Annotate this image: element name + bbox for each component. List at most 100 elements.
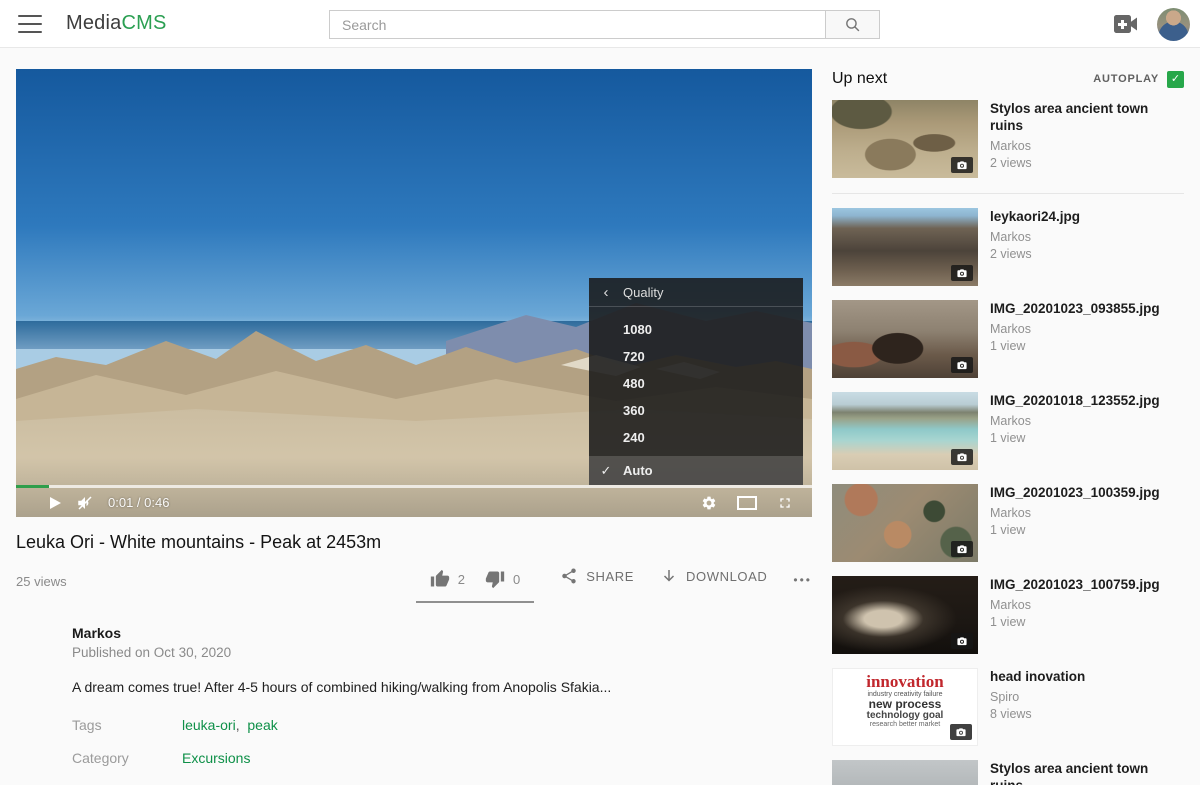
search-icon xyxy=(844,16,861,33)
media-thumbnail: innovation industry creativity failure n… xyxy=(832,668,978,746)
quality-option-1080[interactable]: 1080 xyxy=(589,316,803,343)
share-button[interactable]: SHARE xyxy=(560,565,634,585)
quality-menu: ‹ Quality 1080 720 480 360 240 ✓ Auto xyxy=(589,278,803,485)
thumb-down-icon xyxy=(485,569,505,589)
camera-badge-icon xyxy=(951,633,973,649)
time-display: 0:01 / 0:46 xyxy=(108,495,169,510)
media-thumbnail xyxy=(832,300,978,378)
author-row: Markos Published on Oct 30, 2020 xyxy=(16,621,812,663)
media-author: Markos xyxy=(990,414,1160,428)
more-actions-icon[interactable]: ••• xyxy=(793,565,812,587)
author-name[interactable]: Markos xyxy=(72,625,231,641)
logo-text-accent: CMS xyxy=(121,12,166,34)
user-avatar[interactable] xyxy=(1157,8,1190,41)
media-column: ‹ Quality 1080 720 480 360 240 ✓ Auto xyxy=(16,69,812,785)
media-thumbnail xyxy=(832,484,978,562)
media-title: IMG_20201018_123552.jpg xyxy=(990,392,1160,409)
up-next-header: Up next AUTOPLAY ✓ xyxy=(832,70,1184,88)
logo-text-primary: Media xyxy=(66,12,121,34)
media-title: head inovation xyxy=(990,668,1085,685)
media-views: 2 views xyxy=(990,247,1080,261)
up-next-list: Stylos area ancient town ruins Markos 2 … xyxy=(832,100,1184,785)
quality-menu-title: Quality xyxy=(623,285,663,300)
settings-icon[interactable] xyxy=(694,491,724,515)
menu-icon[interactable] xyxy=(18,15,42,33)
search-bar xyxy=(329,10,880,39)
camera-badge-icon xyxy=(951,157,973,173)
quality-option-480[interactable]: 480 xyxy=(589,370,803,397)
up-next-item[interactable]: Stylos area ancient town ruins Markos 2 … xyxy=(832,100,1184,178)
media-author: Markos xyxy=(990,598,1160,612)
media-thumbnail xyxy=(832,208,978,286)
back-chevron-icon: ‹ xyxy=(589,284,623,301)
media-author: Markos xyxy=(990,230,1080,244)
media-thumbnail xyxy=(832,100,978,178)
quality-menu-back[interactable]: ‹ Quality xyxy=(589,278,803,307)
volume-muted-icon[interactable] xyxy=(70,491,100,515)
view-count: 25 views xyxy=(16,565,67,589)
quality-option-360[interactable]: 360 xyxy=(589,397,803,424)
camera-badge-icon xyxy=(951,449,973,465)
media-title: Stylos area ancient town ruins xyxy=(990,760,1184,785)
dislike-count: 0 xyxy=(513,572,520,587)
up-next-item[interactable]: IMG_20201023_100359.jpg Markos 1 view xyxy=(832,484,1184,562)
autoplay-checkbox[interactable]: ✓ xyxy=(1167,71,1184,88)
like-button[interactable]: 2 xyxy=(430,567,465,589)
up-next-item[interactable]: IMG_20201018_123552.jpg Markos 1 view xyxy=(832,392,1184,470)
tag-link-peak[interactable]: peak xyxy=(247,717,277,733)
up-next-item[interactable]: Stylos area ancient town ruins xyxy=(832,760,1184,785)
up-next-item[interactable]: IMG_20201023_093855.jpg Markos 1 view xyxy=(832,300,1184,378)
category-link[interactable]: Excursions xyxy=(182,750,250,766)
tags-values: leuka-ori, peak xyxy=(182,717,278,733)
up-next-item[interactable]: innovation industry creativity failure n… xyxy=(832,668,1184,746)
upload-media-icon[interactable] xyxy=(1113,14,1139,34)
up-next-item[interactable]: IMG_20201023_100759.jpg Markos 1 view xyxy=(832,576,1184,654)
fullscreen-icon[interactable] xyxy=(770,491,800,515)
media-title: IMG_20201023_100359.jpg xyxy=(990,484,1160,501)
meta-row: 25 views 2 0 xyxy=(16,565,812,603)
theater-mode-icon[interactable] xyxy=(732,491,762,515)
media-title: Stylos area ancient town ruins xyxy=(990,100,1184,134)
tags-row: Tags leuka-ori, peak xyxy=(72,717,812,733)
like-count: 2 xyxy=(458,572,465,587)
up-next-title: Up next xyxy=(832,70,887,88)
video-description: A dream comes true! After 4-5 hours of c… xyxy=(72,679,812,695)
media-author: Markos xyxy=(990,139,1184,153)
media-thumbnail xyxy=(832,760,978,785)
media-author: Spiro xyxy=(990,690,1085,704)
tags-label: Tags xyxy=(72,717,182,733)
quality-option-auto-label: Auto xyxy=(623,456,653,485)
search-button[interactable] xyxy=(826,10,880,39)
top-bar: MediaCMS xyxy=(0,0,1200,48)
publish-date: Published on Oct 30, 2020 xyxy=(72,645,231,660)
media-views: 1 view xyxy=(990,523,1160,537)
tag-separator: , xyxy=(236,717,240,733)
thumb-up-icon xyxy=(430,569,450,589)
media-title: IMG_20201023_093855.jpg xyxy=(990,300,1160,317)
tag-link-leuka-ori[interactable]: leuka-ori xyxy=(182,717,236,733)
autoplay-control: AUTOPLAY ✓ xyxy=(1093,71,1184,88)
quality-option-720[interactable]: 720 xyxy=(589,343,803,370)
media-title: IMG_20201023_100759.jpg xyxy=(990,576,1160,593)
action-bar: 2 0 SHARE xyxy=(416,565,812,603)
author-avatar[interactable] xyxy=(16,621,58,663)
media-author: Markos xyxy=(990,506,1160,520)
player-controls-right xyxy=(694,491,800,515)
quality-option-240[interactable]: 240 xyxy=(589,424,803,451)
search-input[interactable] xyxy=(329,10,826,39)
category-label: Category xyxy=(72,750,182,766)
media-thumbnail xyxy=(832,392,978,470)
camera-badge-icon xyxy=(951,265,973,281)
play-button[interactable] xyxy=(40,491,70,515)
quality-option-auto[interactable]: ✓ Auto xyxy=(589,456,803,485)
media-title: leykaori24.jpg xyxy=(990,208,1080,225)
autoplay-label: AUTOPLAY xyxy=(1093,73,1159,85)
video-player[interactable]: ‹ Quality 1080 720 480 360 240 ✓ Auto xyxy=(16,69,812,517)
dislike-button[interactable]: 0 xyxy=(485,567,520,589)
app-logo[interactable]: MediaCMS xyxy=(66,12,167,35)
media-views: 1 view xyxy=(990,615,1160,629)
up-next-item[interactable]: leykaori24.jpg Markos 2 views xyxy=(832,208,1184,286)
download-button[interactable]: DOWNLOAD xyxy=(660,565,767,585)
video-title: Leuka Ori - White mountains - Peak at 24… xyxy=(16,530,812,554)
media-views: 1 view xyxy=(990,339,1160,353)
